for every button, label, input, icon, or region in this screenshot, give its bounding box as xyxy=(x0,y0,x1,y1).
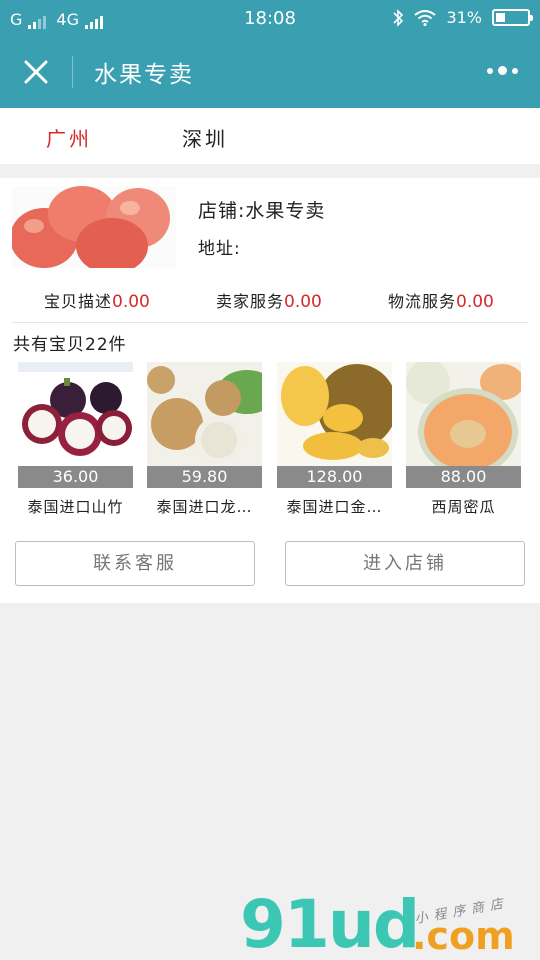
store-address: 地址: xyxy=(198,239,241,259)
city-tabs: 广州 深圳 xyxy=(0,108,540,164)
rating-service: 卖家服务0.00 xyxy=(216,288,322,312)
page-title: 水果专卖 xyxy=(94,62,194,88)
product-name: 泰国进口龙… xyxy=(156,498,253,516)
product-name: 泰国进口金… xyxy=(286,498,383,516)
product-name: 泰国进口山竹 xyxy=(27,498,124,516)
contact-service-button[interactable]: 联系客服 xyxy=(15,541,255,586)
product-image xyxy=(147,362,262,466)
rating-label: 物流服务 xyxy=(388,292,457,311)
product-card[interactable]: 88.00 西周密瓜 xyxy=(406,362,521,517)
product-image xyxy=(277,362,392,466)
enter-store-button[interactable]: 进入店铺 xyxy=(285,541,525,586)
watermark-logo: 91ud xyxy=(240,886,420,960)
rating-label: 卖家服务 xyxy=(216,292,285,311)
watermark: 91ud .com 小程序商店 xyxy=(240,886,540,960)
rating-value: 0.00 xyxy=(456,292,494,312)
header-bar: G 4G 18:08 31% 水果专卖 xyxy=(0,0,540,108)
store-name: 店铺:水果专卖 xyxy=(198,200,326,222)
product-count: 共有宝贝22件 xyxy=(13,335,127,355)
product-name: 西周密瓜 xyxy=(431,498,496,516)
rating-label: 宝贝描述 xyxy=(44,292,113,311)
bluetooth-icon xyxy=(393,8,404,27)
nav-bar: 水果专卖 xyxy=(0,36,540,108)
battery-percent: 31% xyxy=(446,8,482,27)
close-icon[interactable] xyxy=(22,58,50,86)
rating-description: 宝贝描述0.00 xyxy=(44,288,150,312)
product-card[interactable]: 128.00 泰国进口金… xyxy=(277,362,392,517)
battery-icon xyxy=(492,9,533,26)
tab-guangzhou[interactable]: 广州 xyxy=(46,123,92,152)
rating-value: 0.00 xyxy=(112,292,150,312)
product-image xyxy=(406,362,521,466)
store-card: 店铺:水果专卖 地址: 宝贝描述0.00 卖家服务0.00 物流服务0.00 共… xyxy=(0,178,540,603)
wifi-icon xyxy=(414,9,437,26)
tab-shenzhen[interactable]: 深圳 xyxy=(182,123,228,152)
divider xyxy=(12,322,528,323)
product-price: 59.80 xyxy=(147,466,262,488)
product-card[interactable]: 36.00 泰国进口山竹 xyxy=(18,362,133,517)
rating-logistics: 物流服务0.00 xyxy=(388,288,494,312)
product-price: 88.00 xyxy=(406,466,521,488)
product-card[interactable]: 59.80 泰国进口龙… xyxy=(147,362,262,517)
nav-divider xyxy=(72,56,73,88)
more-options-icon[interactable] xyxy=(487,66,518,75)
product-price: 128.00 xyxy=(277,466,392,488)
store-ratings: 宝贝描述0.00 卖家服务0.00 物流服务0.00 xyxy=(0,288,540,316)
product-image xyxy=(18,362,133,466)
status-bar: G 4G 18:08 31% xyxy=(0,0,540,36)
rating-value: 0.00 xyxy=(284,292,322,312)
product-price: 36.00 xyxy=(18,466,133,488)
store-image[interactable] xyxy=(12,186,176,268)
